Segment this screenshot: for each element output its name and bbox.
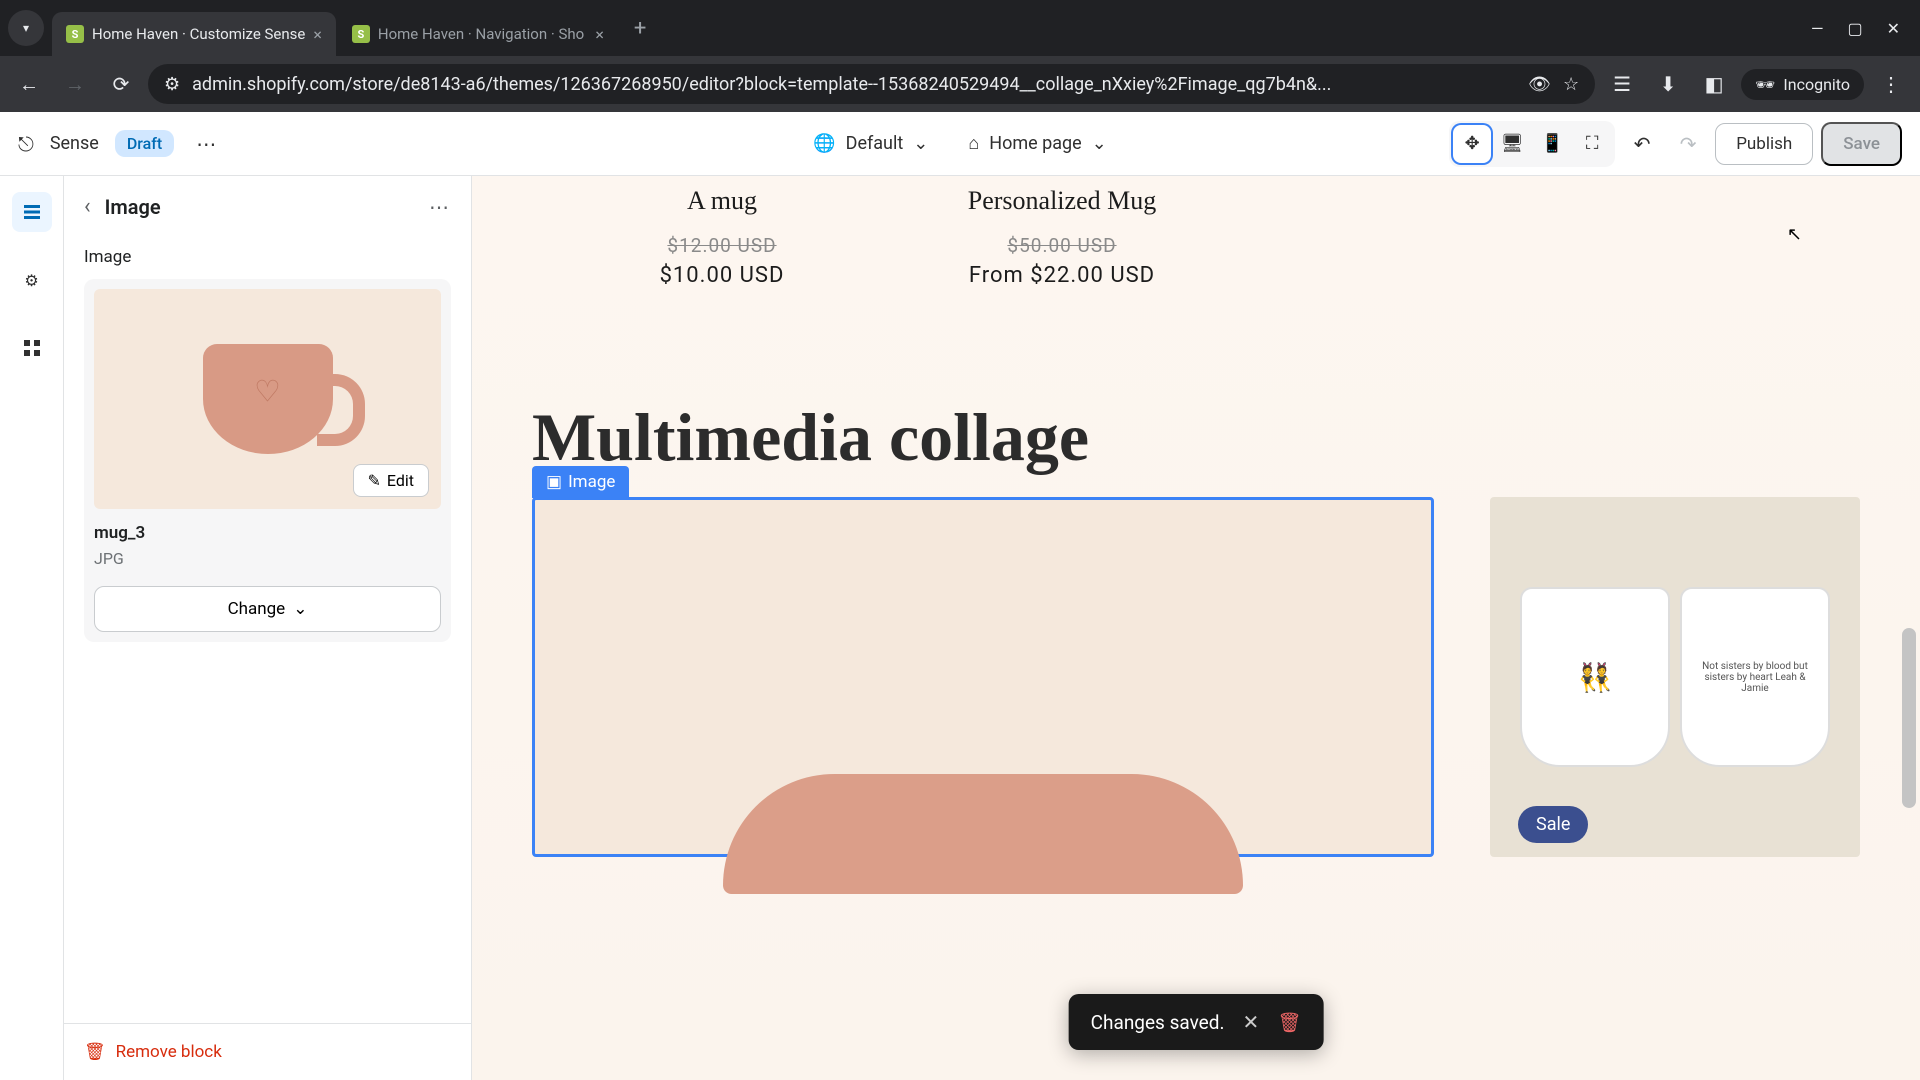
desktop-preview-button[interactable]: 🖥 (1493, 125, 1531, 163)
close-tab-icon[interactable]: × (595, 25, 604, 44)
mouse-cursor: ↖ (1787, 224, 1802, 245)
product-card[interactable]: A mug $12.00 USD $10.00 USD (582, 186, 862, 288)
browser-tab-active[interactable]: S Home Haven · Customize Sense × (52, 12, 336, 56)
new-price: From $22.00 USD (922, 263, 1202, 288)
image-preview[interactable]: ♡ ✎ Edit (94, 289, 441, 509)
shopify-favicon-icon: S (66, 25, 84, 43)
downloads-icon[interactable]: ⬇ (1649, 65, 1687, 103)
toast-close-icon[interactable]: ✕ (1242, 1010, 1259, 1034)
collage-product-block[interactable]: 👯 Not sisters by blood but sisters by he… (1490, 497, 1860, 857)
browser-tab[interactable]: S Home Haven · Navigation · Sho × (338, 12, 618, 56)
tab-title: Home Haven · Customize Sense (92, 25, 305, 43)
browser-toolbar: ← → ⟳ ⚙ admin.shopify.com/store/de8143-a… (0, 56, 1920, 112)
change-image-button[interactable]: Change ⌄ (94, 586, 441, 632)
image-section-label: Image (84, 247, 451, 267)
home-icon: ⌂ (968, 133, 979, 154)
theme-more-icon[interactable]: ⋯ (190, 132, 222, 156)
draft-badge: Draft (115, 130, 174, 157)
chevron-down-icon: ⌄ (913, 133, 928, 154)
apps-rail-icon[interactable] (12, 328, 52, 368)
incognito-icon: 🕶 (1755, 75, 1775, 94)
new-tab-button[interactable]: + (620, 16, 660, 41)
edit-image-button[interactable]: ✎ Edit (353, 464, 430, 497)
save-button: Save (1821, 122, 1902, 166)
product-card[interactable]: Personalized Mug $50.00 USD From $22.00 … (922, 186, 1202, 288)
trash-icon: 🗑 (84, 1042, 106, 1062)
old-price: $12.00 USD (582, 234, 862, 257)
pencil-icon: ✎ (368, 471, 381, 490)
toast-undo-trash-icon[interactable]: 🗑 (1277, 1011, 1301, 1034)
new-price: $10.00 USD (582, 263, 862, 288)
block-settings-sidebar: ‹ Image ⋯ Image ♡ ✎ Edit mug_3 JPG (64, 176, 472, 1080)
toast-notification: Changes saved. ✕ 🗑 (1069, 994, 1324, 1050)
tab-title: Home Haven · Navigation · Sho (378, 25, 584, 43)
mug-illustration: ♡ (203, 344, 333, 454)
toast-message: Changes saved. (1091, 1011, 1225, 1034)
product-title: Personalized Mug (922, 186, 1202, 216)
editor-header: ⎋ Sense Draft ⋯ 🌐 Default ⌄ ⌂ Home page … (0, 112, 1920, 176)
mug-illustration-right: Not sisters by blood but sisters by hear… (1680, 587, 1830, 767)
sale-badge: Sale (1518, 806, 1588, 843)
sidebar-title: Image (105, 195, 161, 219)
publish-button[interactable]: Publish (1715, 123, 1813, 165)
bookmark-star-icon[interactable]: ☆ (1563, 74, 1579, 95)
address-bar[interactable]: ⚙ admin.shopify.com/store/de8143-a6/them… (148, 64, 1595, 104)
globe-icon: 🌐 (813, 133, 835, 154)
reading-list-icon[interactable]: ☰ (1603, 65, 1641, 103)
fullscreen-preview-button[interactable]: ⛶ (1573, 125, 1611, 163)
product-title: A mug (582, 186, 862, 216)
old-price: $50.00 USD (922, 234, 1202, 257)
image-picker-card: ♡ ✎ Edit mug_3 JPG Change ⌄ (84, 279, 451, 642)
undo-button[interactable]: ↶ (1623, 125, 1661, 163)
exit-editor-icon[interactable]: ⎋ (18, 132, 34, 156)
eye-off-icon[interactable]: 👁 (1528, 74, 1551, 95)
scrollbar-thumb[interactable] (1902, 628, 1916, 808)
shopify-theme-editor: ⎋ Sense Draft ⋯ 🌐 Default ⌄ ⌂ Home page … (0, 112, 1920, 1080)
mobile-preview-button[interactable]: 📱 (1533, 125, 1571, 163)
maximize-icon[interactable]: ▢ (1847, 19, 1862, 38)
close-window-icon[interactable]: ✕ (1887, 19, 1900, 38)
theme-name[interactable]: Sense (50, 133, 99, 154)
preview-canvas[interactable]: A mug $12.00 USD $10.00 USD Personalized… (472, 176, 1920, 1080)
browser-tab-strip: ▾ S Home Haven · Customize Sense × S Hom… (0, 0, 1920, 56)
left-rail: ⚙ (0, 176, 64, 1080)
side-panel-icon[interactable]: ◧ (1695, 65, 1733, 103)
device-preview-group: ✥ 🖥 📱 ⛶ (1449, 121, 1615, 167)
redo-button: ↷ (1669, 125, 1707, 163)
reload-button[interactable]: ⟳ (102, 65, 140, 103)
remove-block-button[interactable]: 🗑 Remove block (64, 1023, 471, 1080)
sidebar-back-icon[interactable]: ‹ (84, 194, 91, 219)
chevron-down-icon: ⌄ (293, 599, 307, 619)
url-text: admin.shopify.com/store/de8143-a6/themes… (192, 74, 1516, 95)
site-settings-icon[interactable]: ⚙ (164, 74, 180, 95)
tabs-dropdown-button[interactable]: ▾ (8, 10, 44, 46)
close-tab-icon[interactable]: × (313, 25, 322, 44)
page-selector[interactable]: ⌂ Home page ⌄ (968, 133, 1106, 154)
image-filename: mug_3 (94, 523, 441, 543)
sidebar-more-icon[interactable]: ⋯ (429, 195, 451, 219)
minimize-icon[interactable]: — (1811, 19, 1824, 38)
selection-tag[interactable]: ▣ Image (532, 466, 629, 498)
collage-image-block-selected[interactable]: ▣ Image (532, 497, 1434, 857)
incognito-badge[interactable]: 🕶 Incognito (1741, 69, 1864, 100)
style-selector[interactable]: 🌐 Default ⌄ (813, 133, 928, 154)
collage-heading: Multimedia collage (532, 398, 1860, 477)
image-outline-icon: ▣ (546, 472, 562, 492)
theme-settings-rail-icon[interactable]: ⚙ (12, 260, 52, 300)
browser-menu-icon[interactable]: ⋮ (1872, 65, 1910, 103)
image-filetype: JPG (94, 549, 441, 568)
inspector-mode-button[interactable]: ✥ (1453, 125, 1491, 163)
chevron-down-icon: ⌄ (1092, 133, 1107, 154)
back-button[interactable]: ← (10, 65, 48, 103)
shopify-favicon-icon: S (352, 25, 370, 43)
mug-image (723, 774, 1243, 894)
forward-button[interactable]: → (56, 65, 94, 103)
sections-rail-icon[interactable] (12, 192, 52, 232)
mug-illustration-left: 👯 (1520, 587, 1670, 767)
